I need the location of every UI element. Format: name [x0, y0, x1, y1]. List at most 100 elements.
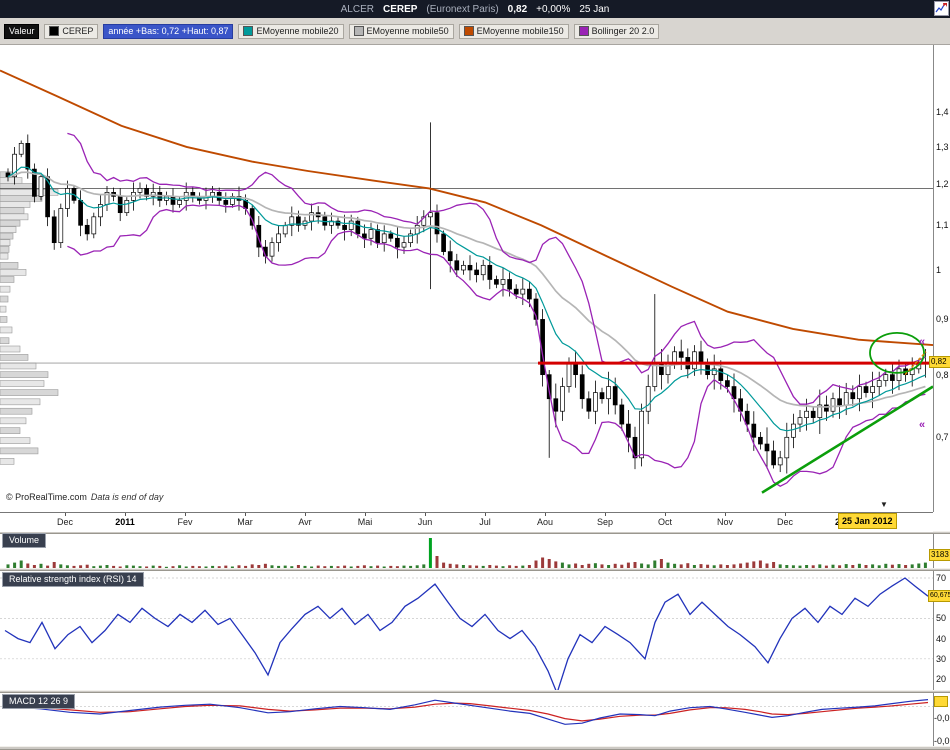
month-tick [785, 513, 786, 516]
ma20-label: EMoyenne mobile20 [256, 25, 338, 38]
volume-profile-bar [0, 390, 58, 396]
month-tick [365, 513, 366, 516]
instrument-name: CEREP [383, 4, 417, 15]
month-tick [65, 513, 66, 516]
volume-profile-bar [0, 227, 16, 233]
volume-profile-bar [0, 240, 10, 246]
volume-profile-bar [0, 276, 14, 282]
ma150-line [0, 71, 933, 346]
indicator-chip-ma50[interactable]: EMoyenne mobile50 [349, 24, 454, 39]
month-label: Mai [347, 517, 383, 527]
ma150-color-swatch [464, 26, 474, 36]
price-axis-label: 1,1 [936, 220, 949, 230]
month-label: Oct [647, 517, 683, 527]
month-label: 2011 [107, 517, 143, 527]
volume-profile-bar [0, 262, 18, 268]
price-axis-label: 0,8 [936, 370, 949, 380]
month-tick [125, 513, 126, 516]
indicator-chip-ma150[interactable]: EMoyenne mobile150 [459, 24, 569, 39]
month-label: Dec [767, 517, 803, 527]
breakout-circle-annotation[interactable] [870, 333, 924, 373]
volume-profile-bar [0, 233, 13, 239]
volume-profile-bar [0, 458, 14, 464]
rsi-canvas[interactable] [0, 571, 933, 690]
ma50-label: EMoyenne mobile50 [367, 25, 449, 38]
volume-canvas[interactable] [0, 534, 933, 568]
volume-panel [0, 534, 934, 568]
month-tick [725, 513, 726, 516]
watermark: © ProRealTime.comData is end of day [6, 492, 163, 502]
price-chart-canvas[interactable] [0, 45, 933, 512]
volume-profile-bar [0, 220, 20, 226]
current-price-badge: 0,82 [929, 356, 950, 368]
volume-profile-bar [0, 246, 9, 252]
volume-profile-bar [0, 418, 26, 424]
date-axis[interactable]: Dec2011FevMarAvrMaiJunJulAouSepOctNovDec… [0, 512, 933, 532]
series-name-label: CEREP [62, 25, 93, 38]
volume-profile-bar [0, 408, 32, 414]
rsi-axis-label: 40 [936, 634, 946, 644]
valeur-menu-button[interactable]: Valeur [4, 24, 39, 39]
series-chip[interactable]: CEREP [44, 24, 98, 39]
volume-profile-bar [0, 346, 20, 352]
volume-profile-bar [0, 253, 8, 259]
macd-panel-button[interactable]: MACD 12 26 9 [2, 694, 75, 709]
price-axis-label: 1,2 [936, 179, 949, 189]
month-tick [305, 513, 306, 516]
month-label: Avr [287, 517, 323, 527]
market-name: (Euronext Paris) [426, 4, 498, 15]
month-label: Jul [467, 517, 503, 527]
indicator-chip-ma20[interactable]: EMoyenne mobile20 [238, 24, 343, 39]
price-axis-label: 0,9 [936, 314, 949, 324]
rsi-axis-label: 20 [936, 674, 946, 684]
macd-panel [0, 693, 934, 746]
volume-profile-bar [0, 214, 28, 220]
price-axis-label: 1,4 [936, 107, 949, 117]
popout-chart-icon[interactable] [934, 1, 949, 16]
indicator-chip-bollinger[interactable]: Bollinger 20 2.0 [574, 24, 660, 39]
month-tick [545, 513, 546, 516]
volume-profile-bar [0, 338, 9, 344]
scroll-down-icon[interactable]: ▼ [880, 500, 888, 509]
bollinger-lower-line [67, 205, 925, 486]
volume-profile-bar [0, 306, 6, 312]
month-tick [485, 513, 486, 516]
macd-axis-label: -0,06 [934, 736, 950, 746]
price-axis-label: 1,3 [936, 142, 949, 152]
month-label: Mar [227, 517, 263, 527]
month-tick [245, 513, 246, 516]
rsi-panel-button[interactable]: Relative strength index (RSI) 14 [2, 572, 144, 587]
volume-profile-bar [0, 316, 7, 322]
month-tick [605, 513, 606, 516]
volume-profile-bar [0, 354, 28, 360]
proreal-time-window: ALCER CEREP (Euronext Paris) 0,82 +0,00%… [0, 0, 950, 750]
rsi-value-badge: 60,6752 [928, 590, 950, 602]
macd-canvas[interactable] [0, 693, 933, 746]
macd-value-marker [934, 696, 948, 707]
bollinger-color-swatch [579, 26, 589, 36]
ma20-color-swatch [243, 26, 253, 36]
volume-panel-button[interactable]: Volume [2, 533, 46, 548]
volume-profile-bar [0, 372, 48, 378]
volume-profile-bar [0, 269, 26, 275]
rsi-line [5, 578, 928, 690]
volume-profile-bar [0, 381, 44, 387]
instrument-code: ALCER [341, 4, 374, 15]
volume-profile-bar [0, 327, 12, 333]
volume-profile-bar [0, 448, 38, 454]
volume-profile-bar [0, 208, 24, 214]
bollinger-projection-down-icon: « [919, 420, 925, 430]
month-label: Aou [527, 517, 563, 527]
macd-axis-label: -0,02 [934, 713, 950, 723]
ma50-color-swatch [354, 26, 364, 36]
copyright-text: © ProRealTime.com [6, 492, 87, 502]
rsi-axis-label: 70 [936, 573, 946, 583]
series-color-swatch [49, 26, 59, 36]
month-label: Fev [167, 517, 203, 527]
price-change: +0,00% [536, 4, 570, 15]
month-tick [665, 513, 666, 516]
rsi-panel [0, 571, 934, 690]
month-label: Dec [47, 517, 83, 527]
volume-value-badge: 3183 [929, 549, 950, 561]
rsi-axis-label: 50 [936, 613, 946, 623]
